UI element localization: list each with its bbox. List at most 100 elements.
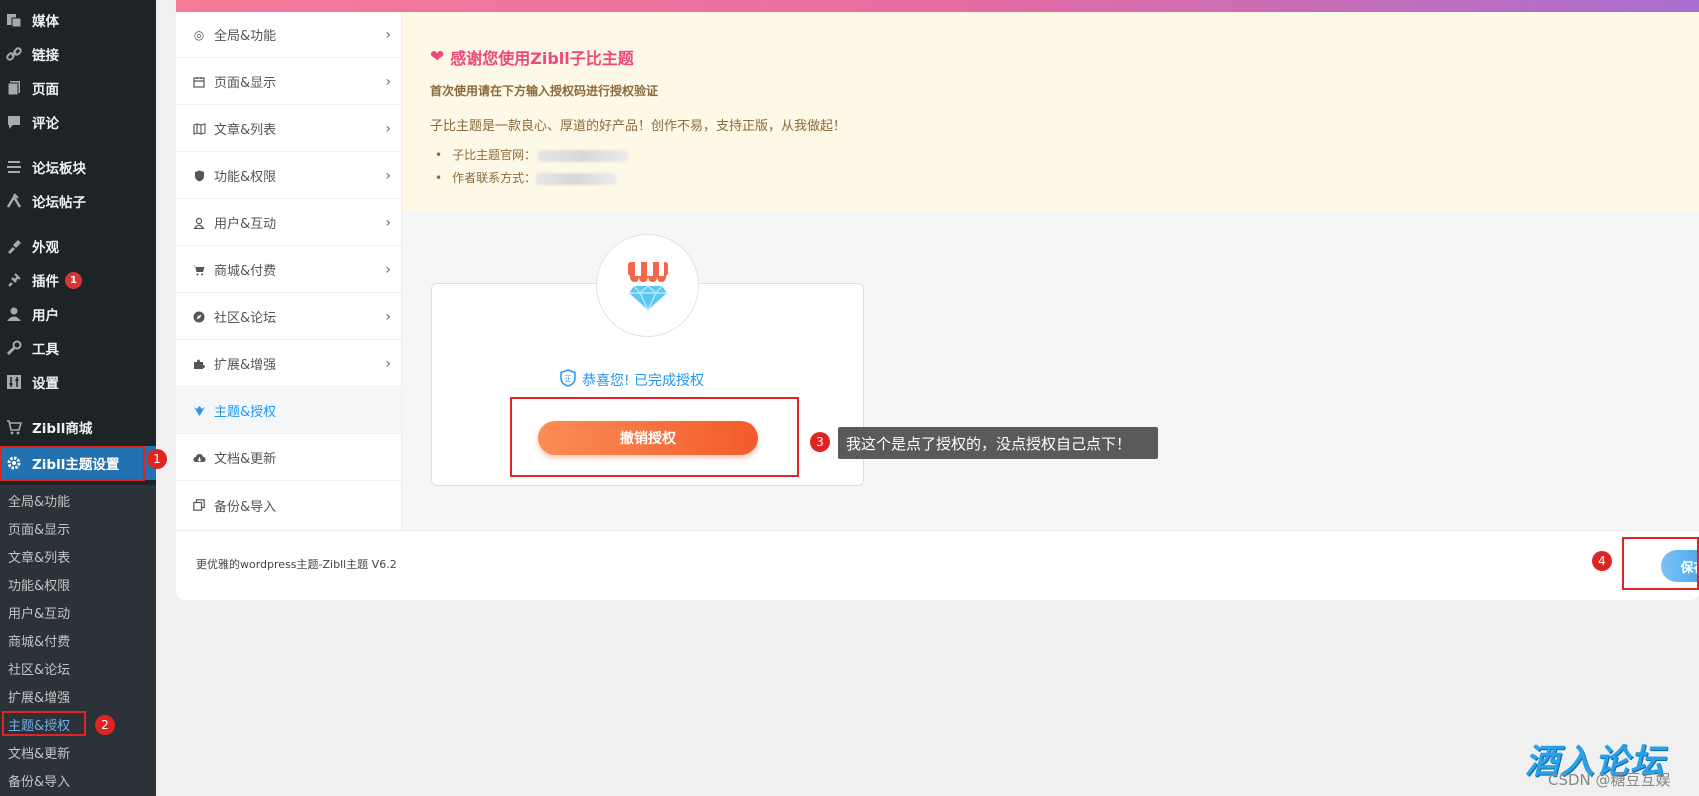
menu-label: 插件 — [32, 274, 59, 290]
nav-item-global[interactable]: ◎ 全局&功能 › — [176, 12, 401, 58]
nav-label: 备份&导入 — [214, 499, 277, 515]
shield-icon — [192, 169, 206, 183]
nav-item-permissions[interactable]: 功能&权限 › — [176, 153, 401, 199]
notice-title-text: 感谢您使用Zibll子比主题 — [450, 49, 634, 68]
watermark-text: CSDN @糖豆互娱 — [1548, 771, 1671, 789]
submenu-item-community-forum[interactable]: 社区&论坛 — [8, 659, 70, 678]
menu-label: Zibll商城 — [32, 421, 93, 437]
nav-label: 全局&功能 — [214, 29, 277, 44]
menu-label: 外观 — [32, 240, 59, 256]
plugin-icon — [5, 271, 23, 289]
revoke-license-button[interactable]: 撤销授权 — [538, 421, 758, 455]
redacted-contact — [536, 173, 616, 185]
annotation-badge-2: 2 — [95, 715, 115, 735]
compass-icon — [192, 310, 206, 324]
chevron-right-icon: › — [385, 308, 391, 325]
submenu-item-docs-updates[interactable]: 文档&更新 — [8, 743, 70, 762]
menu-item-tools[interactable]: 工具 — [0, 332, 156, 364]
menu-item-links[interactable]: 链接 — [0, 38, 156, 70]
menu-label: 页面 — [32, 82, 59, 98]
chevron-right-icon: › — [385, 26, 391, 43]
menu-item-media[interactable]: 媒体 — [0, 4, 156, 36]
cart-icon — [5, 418, 23, 436]
menu-item-plugins[interactable]: 插件 1 — [0, 264, 156, 296]
link-icon — [5, 45, 23, 63]
menu-label: 论坛板块 — [32, 161, 86, 177]
submenu-item-theme-license[interactable]: 主题&授权 — [8, 715, 70, 734]
menu-item-comments[interactable]: 评论 — [0, 106, 156, 138]
menu-item-users[interactable]: 用户 — [0, 298, 156, 330]
nav-label: 主题&授权 — [214, 405, 277, 420]
submenu-item-user-interaction[interactable]: 用户&互动 — [8, 603, 70, 622]
welcome-notice: ❤ 感谢您使用Zibll子比主题 首次使用请在下方输入授权码进行授权验证 子比主… — [402, 12, 1699, 212]
gear-icon — [5, 454, 23, 472]
nav-item-theme-license[interactable]: 主题&授权 — [176, 388, 401, 434]
annotation-badge-1: 1 — [147, 449, 167, 469]
chevron-right-icon: › — [385, 261, 391, 278]
annotation-badge-4: 4 — [1592, 551, 1612, 571]
menu-item-forum-boards[interactable]: 论坛板块 — [0, 151, 156, 183]
nav-item-docs-updates[interactable]: 文档&更新 — [176, 435, 401, 481]
puzzle-icon — [192, 357, 206, 371]
annotation-tooltip: 我这个是点了授权的，没点授权自己点下！ — [838, 427, 1158, 459]
comment-icon — [5, 113, 23, 131]
nav-item-community-forum[interactable]: 社区&论坛 › — [176, 294, 401, 340]
submenu-item-global[interactable]: 全局&功能 — [8, 491, 70, 510]
forum-post-icon — [5, 192, 23, 210]
chevron-right-icon: › — [385, 214, 391, 231]
nav-item-user-interaction[interactable]: 用户&互动 › — [176, 200, 401, 246]
chevron-right-icon: › — [385, 167, 391, 184]
media-icon — [5, 11, 23, 29]
copy-icon — [192, 498, 206, 512]
save-button[interactable]: 保存 — [1661, 550, 1699, 582]
nav-item-extensions[interactable]: 扩展&增强 › — [176, 341, 401, 387]
annotation-badge-3: 3 — [810, 432, 830, 452]
nav-item-backup-import[interactable]: 备份&导入 — [176, 482, 401, 528]
target-icon: ◎ — [193, 27, 205, 42]
submenu-item-backup-import[interactable]: 备份&导入 — [8, 771, 70, 790]
chevron-right-icon: › — [385, 355, 391, 372]
redacted-website — [538, 150, 628, 162]
cart-icon — [192, 263, 206, 277]
notice-item-label: 作者联系方式： — [452, 171, 537, 185]
submenu-item-page-display[interactable]: 页面&显示 — [8, 519, 70, 538]
submenu-item-posts-lists[interactable]: 文章&列表 — [8, 547, 70, 566]
notice-item-label: 子比主题官网： — [452, 148, 537, 162]
nav-label: 文档&更新 — [214, 452, 277, 467]
menu-item-pages[interactable]: 页面 — [0, 72, 156, 104]
submenu-item-permissions[interactable]: 功能&权限 — [8, 575, 70, 594]
nav-label: 页面&显示 — [214, 76, 277, 91]
nav-item-shop-payment[interactable]: 商城&付费 › — [176, 247, 401, 293]
chevron-right-icon: › — [385, 73, 391, 90]
menu-label: 用户 — [32, 308, 59, 324]
settings-icon — [5, 373, 23, 391]
shop-diamond-icon — [627, 261, 668, 312]
menu-label: 评论 — [32, 116, 59, 132]
user-icon — [5, 305, 23, 323]
license-status-text: 恭喜您! 已完成授权 — [581, 373, 705, 389]
calendar-icon — [192, 75, 206, 89]
page-icon — [5, 79, 23, 97]
menu-label: Zibll主题设置 — [32, 457, 120, 473]
cloud-download-icon — [192, 451, 206, 465]
menu-item-forum-posts[interactable]: 论坛帖子 — [0, 185, 156, 217]
menu-item-zibll-theme-settings[interactable]: Zibll主题设置 — [0, 446, 156, 480]
heart-icon: ❤ — [430, 47, 445, 67]
user-icon — [192, 216, 206, 230]
forum-board-icon — [5, 158, 23, 176]
menu-label: 链接 — [32, 48, 59, 64]
chevron-right-icon: › — [385, 120, 391, 137]
theme-settings-submenu: 全局&功能 页面&显示 文章&列表 功能&权限 用户&互动 商城&付费 社区&论… — [0, 485, 156, 796]
nav-label: 商城&付费 — [214, 264, 277, 279]
menu-item-zibll-shop[interactable]: Zibll商城 — [0, 411, 156, 443]
nav-item-page-display[interactable]: 页面&显示 › — [176, 59, 401, 105]
submenu-item-shop-payment[interactable]: 商城&付费 — [8, 631, 70, 650]
menu-label: 论坛帖子 — [32, 195, 86, 211]
menu-item-appearance[interactable]: 外观 — [0, 230, 156, 262]
plugin-update-badge: 1 — [65, 271, 82, 289]
footer-version-text: 更优雅的wordpress主题-Zibll主题 V6.2 — [196, 558, 397, 571]
nav-label: 社区&论坛 — [214, 311, 277, 326]
menu-item-settings[interactable]: 设置 — [0, 366, 156, 398]
submenu-item-extensions[interactable]: 扩展&增强 — [8, 687, 70, 706]
nav-item-posts-lists[interactable]: 文章&列表 › — [176, 106, 401, 152]
